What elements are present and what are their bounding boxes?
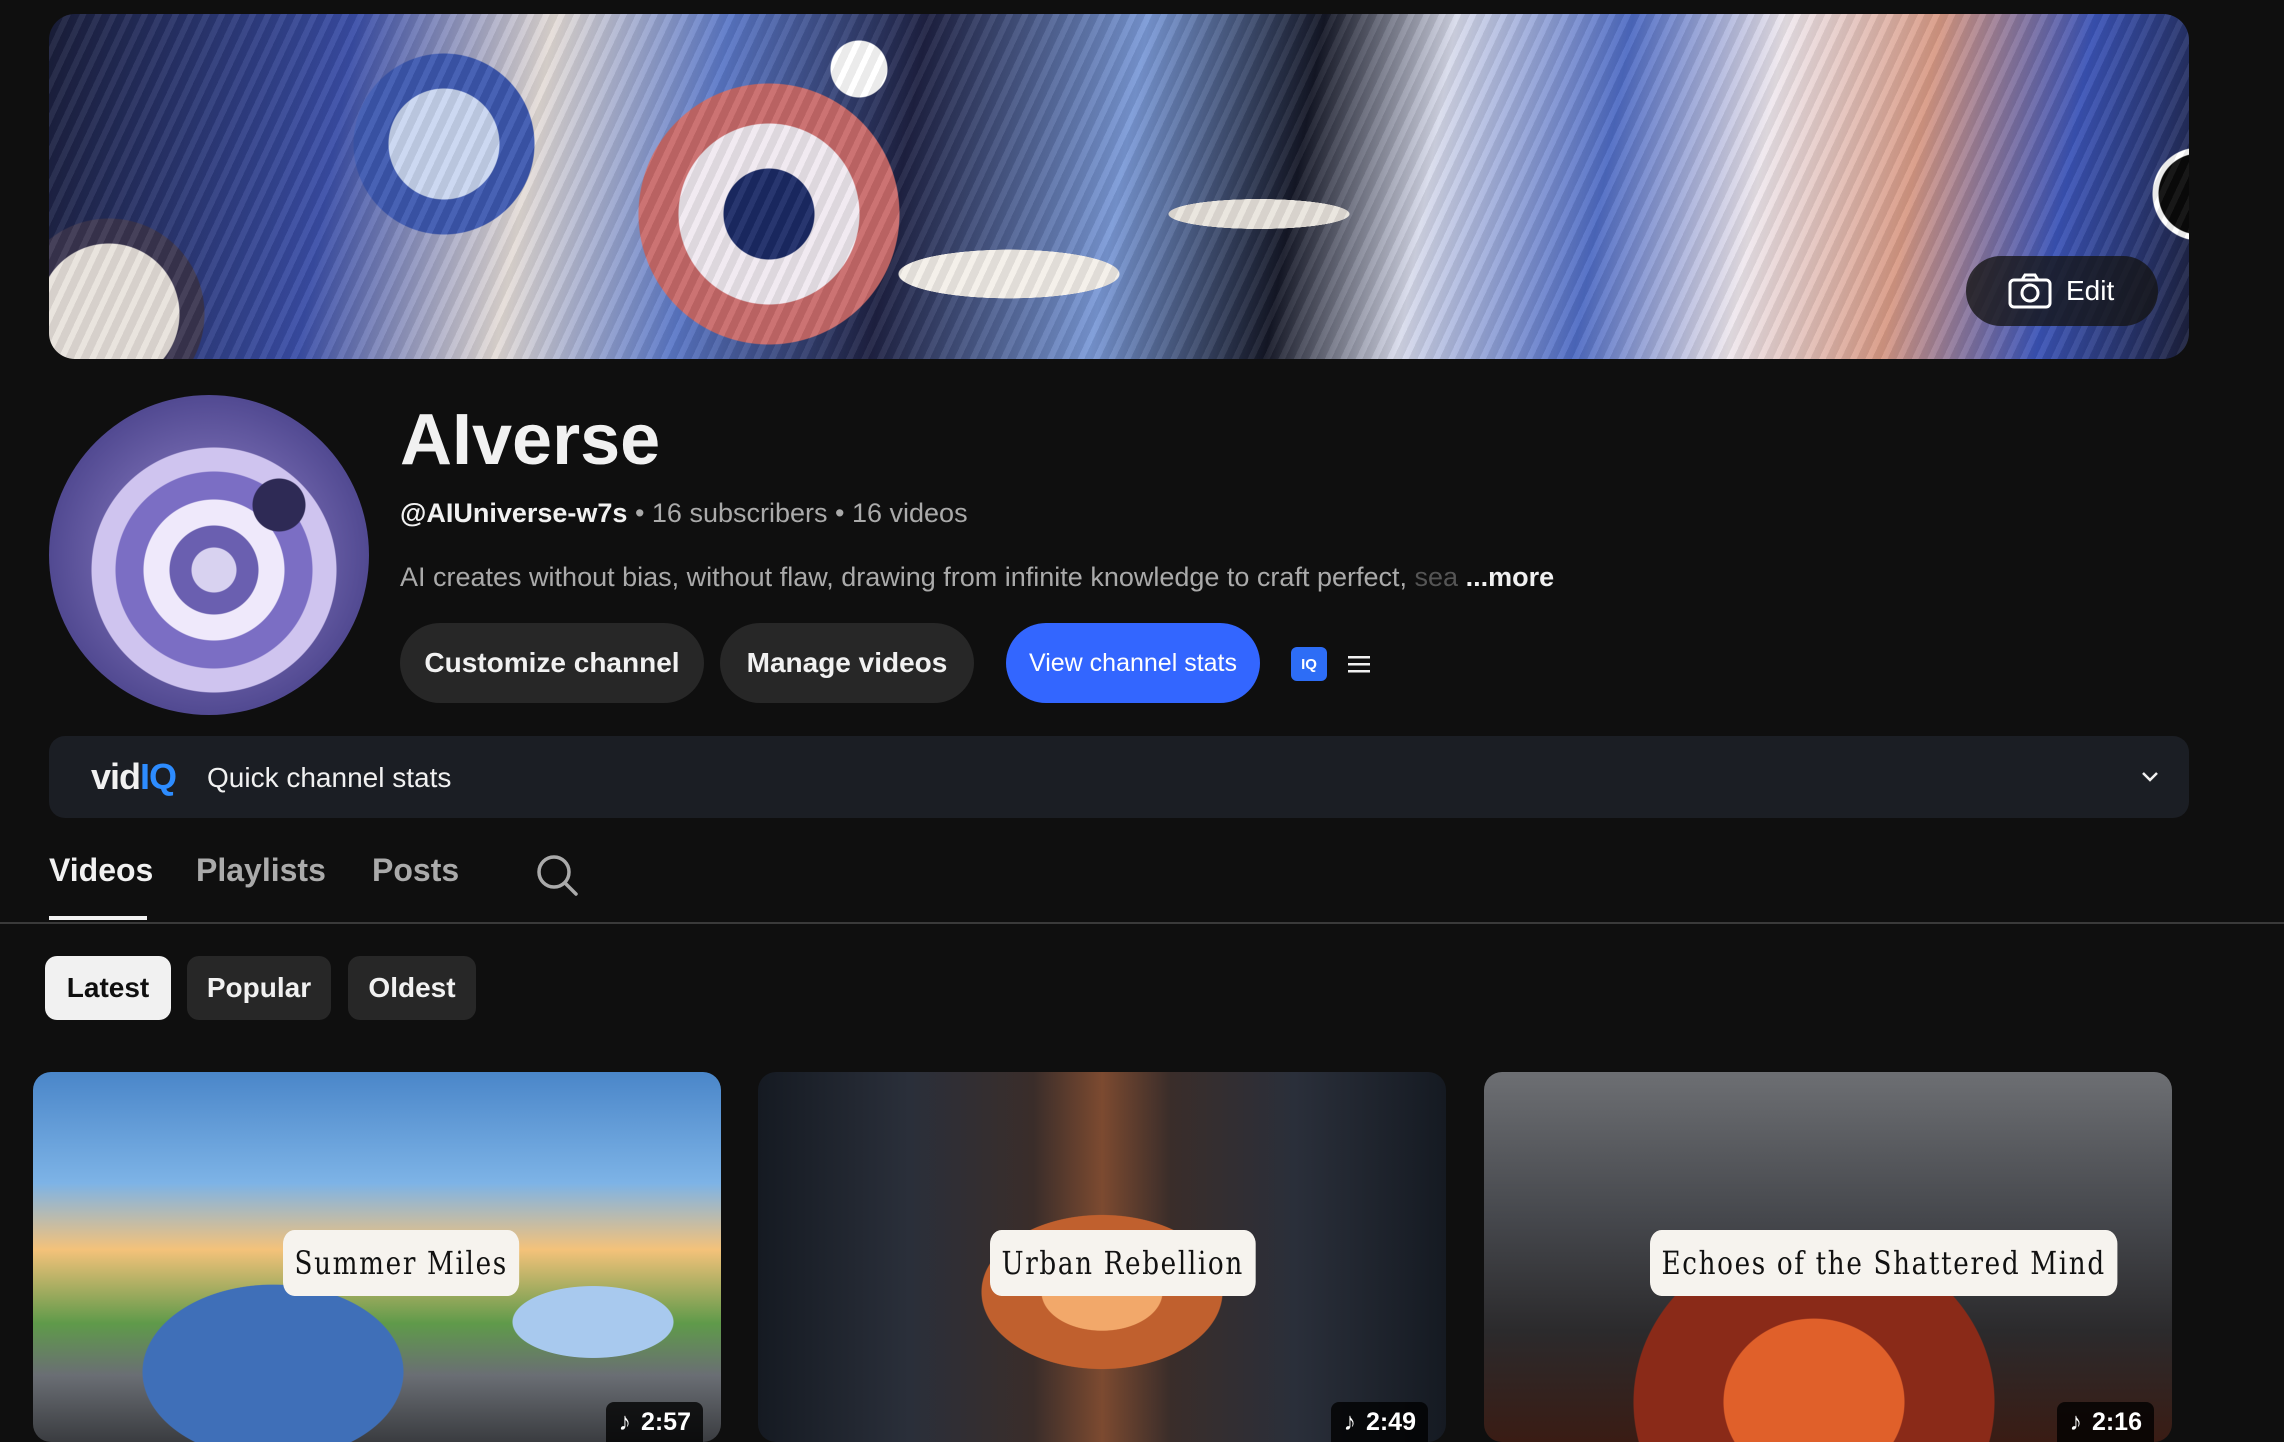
vidiq-logo: vidIQ [91, 756, 177, 798]
meta-separator: • [634, 498, 645, 528]
active-tab-indicator [49, 916, 147, 920]
duration-label: 2:49 [1365, 1407, 1416, 1436]
chip-popular[interactable]: Popular [187, 956, 331, 1020]
chip-latest[interactable]: Latest [45, 956, 171, 1020]
more-link[interactable]: ...more [1466, 562, 1555, 592]
music-note-icon: ♪ [2069, 1407, 2082, 1436]
channel-handle[interactable]: @AIUniverse-w7s [400, 498, 627, 528]
tab-posts[interactable]: Posts [372, 852, 459, 889]
description-fade: sea [1414, 562, 1459, 592]
tab-playlists[interactable]: Playlists [196, 852, 326, 889]
channel-meta: @AIUniverse-w7s • 16 subscribers • 16 vi… [400, 498, 968, 529]
channel-name: AIverse [400, 400, 661, 480]
meta-separator: • [835, 498, 845, 528]
manage-videos-button[interactable]: Manage videos [720, 623, 974, 703]
menu-icon[interactable] [1347, 652, 1371, 676]
search-icon[interactable] [534, 852, 580, 898]
tabs-divider [0, 922, 2284, 924]
video-duration: ♪ 2:49 [1331, 1402, 1428, 1442]
edit-banner-button[interactable]: Edit [1966, 256, 2158, 326]
video-card[interactable]: Urban Rebellion ♪ 2:49 [758, 1072, 1446, 1442]
camera-icon [2008, 273, 2052, 309]
video-card[interactable]: Echoes of the Shattered Mind ♪ 2:16 [1484, 1072, 2172, 1442]
video-duration: ♪ 2:57 [606, 1402, 703, 1442]
channel-avatar[interactable] [49, 395, 369, 715]
duration-label: 2:16 [2091, 1407, 2142, 1436]
video-title-overlay: Urban Rebellion [990, 1230, 1256, 1296]
duration-label: 2:57 [640, 1407, 691, 1436]
chip-oldest[interactable]: Oldest [348, 956, 476, 1020]
video-duration: ♪ 2:16 [2057, 1402, 2154, 1442]
video-card[interactable]: Summer Miles ♪ 2:57 [33, 1072, 721, 1442]
vidiq-logo-iq: IQ [140, 756, 177, 797]
subscriber-count: 16 subscribers [651, 498, 828, 528]
music-note-icon: ♪ [1343, 1407, 1356, 1436]
vidiq-title: Quick channel stats [207, 762, 452, 793]
tab-videos[interactable]: Videos [49, 852, 153, 889]
video-count: 16 videos [851, 498, 968, 528]
music-note-icon: ♪ [618, 1407, 631, 1436]
video-title-overlay: Summer Miles [283, 1230, 520, 1296]
vidiq-quick-stats-bar[interactable]: vidIQ Quick channel stats [49, 736, 2189, 818]
edit-label: Edit [2066, 275, 2115, 306]
channel-description[interactable]: AI creates without bias, without flaw, d… [400, 562, 1554, 593]
iq-icon[interactable]: IQ [1291, 647, 1327, 681]
channel-banner [49, 14, 2189, 359]
description-text: AI creates without bias, without flaw, d… [400, 562, 1415, 592]
customize-channel-button[interactable]: Customize channel [400, 623, 704, 703]
view-channel-stats-button[interactable]: View channel stats [1006, 623, 1260, 703]
video-title-overlay: Echoes of the Shattered Mind [1650, 1230, 2118, 1296]
vidiq-logo-vid: vid [91, 756, 141, 797]
chevron-down-icon[interactable] [2137, 764, 2163, 790]
